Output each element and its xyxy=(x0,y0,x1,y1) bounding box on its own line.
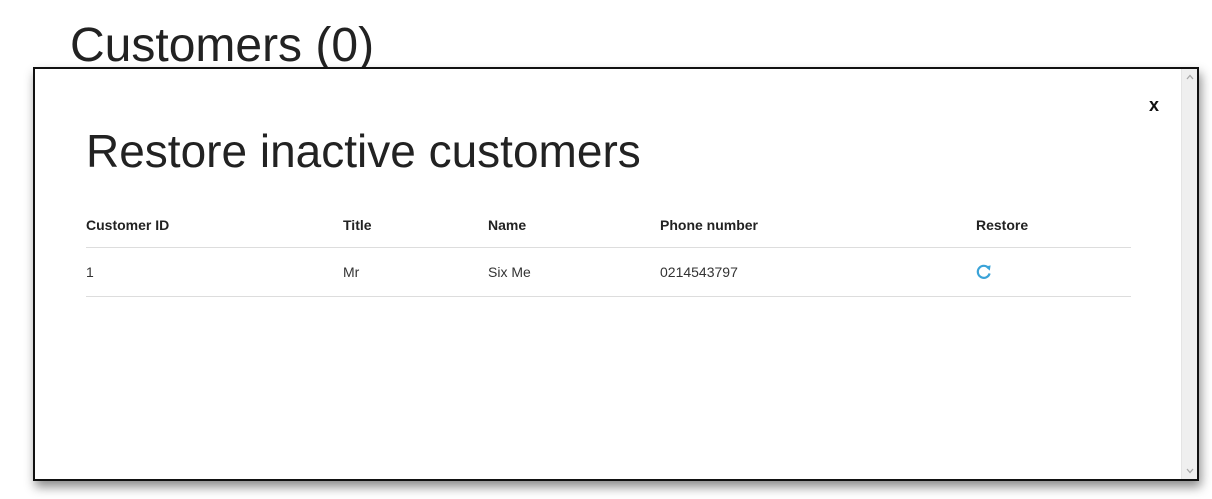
cell-name: Six Me xyxy=(488,247,660,297)
vertical-scrollbar[interactable] xyxy=(1181,69,1197,479)
column-header-restore: Restore xyxy=(976,203,1131,248)
column-header-name: Name xyxy=(488,203,660,248)
cell-phone-number: 0214543797 xyxy=(660,247,976,297)
table-header: Customer ID Title Name Phone number Rest… xyxy=(86,203,1131,248)
modal-heading: Restore inactive customers xyxy=(86,125,641,177)
table-row: 1 Mr Six Me 0214543797 xyxy=(86,247,1131,297)
column-header-customer-id: Customer ID xyxy=(86,203,343,248)
table-body: 1 Mr Six Me 0214543797 xyxy=(86,247,1131,297)
column-header-phone-number: Phone number xyxy=(660,203,976,248)
restore-customers-modal: x Restore inactive customers Customer ID… xyxy=(33,67,1199,481)
table-header-row: Customer ID Title Name Phone number Rest… xyxy=(86,203,1131,248)
column-header-title: Title xyxy=(343,203,488,248)
close-button[interactable]: x xyxy=(1149,95,1159,116)
chevron-down-icon[interactable] xyxy=(1185,466,1195,476)
cell-title: Mr xyxy=(343,247,488,297)
cell-restore xyxy=(976,247,1131,297)
chevron-up-icon[interactable] xyxy=(1185,72,1195,82)
inactive-customers-table: Customer ID Title Name Phone number Rest… xyxy=(86,203,1131,297)
refresh-icon[interactable] xyxy=(976,264,992,280)
page-title: Customers (0) xyxy=(70,19,375,72)
cell-customer-id: 1 xyxy=(86,247,343,297)
